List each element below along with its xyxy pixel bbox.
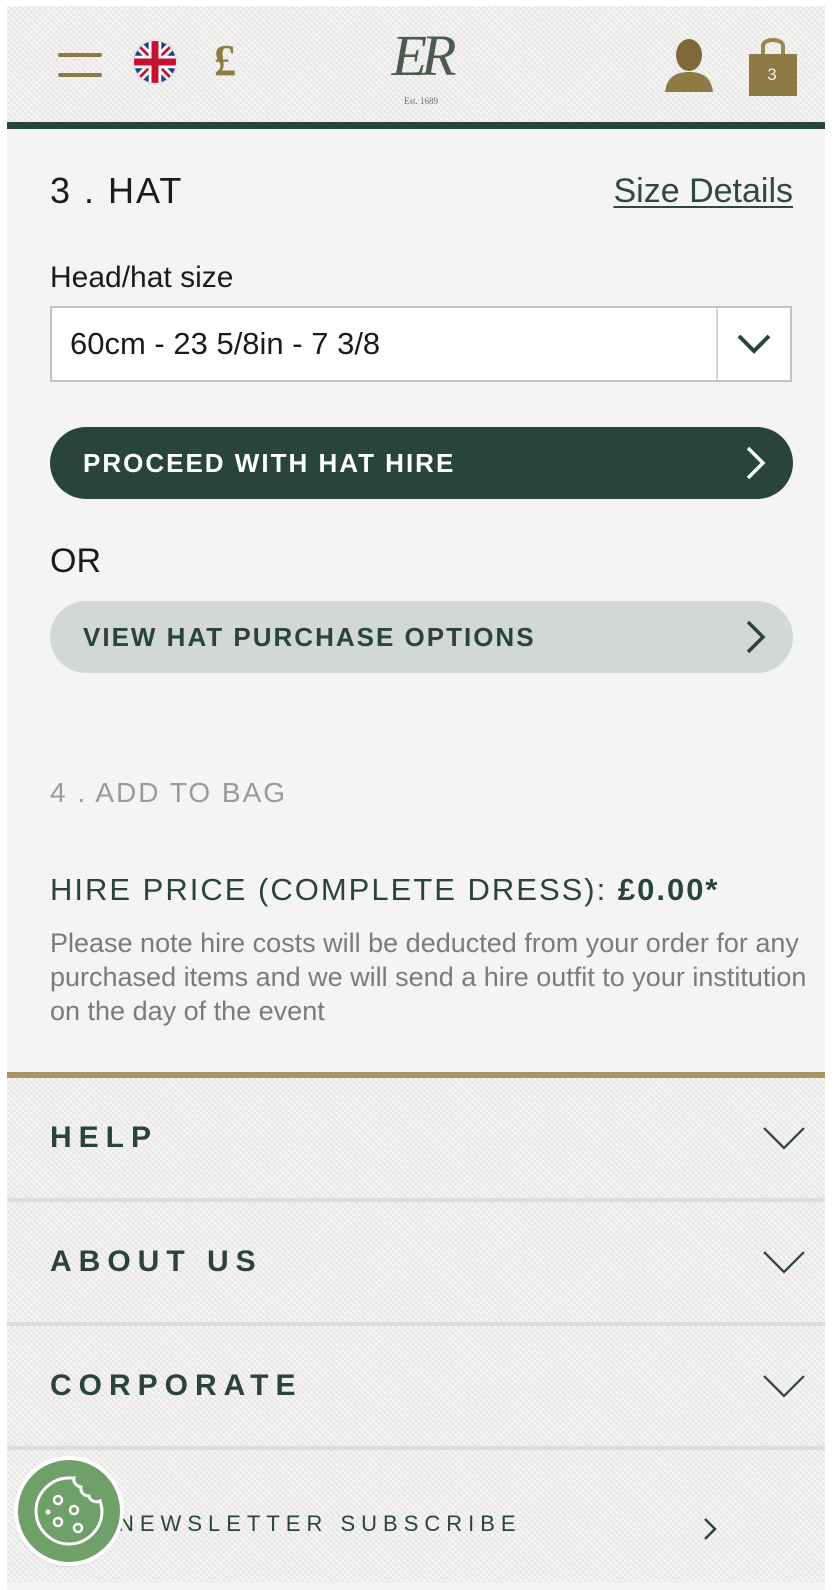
- hire-price-label: HIRE PRICE (COMPLETE DRESS):: [50, 872, 618, 907]
- chevron-right-icon: [704, 1518, 717, 1540]
- hire-cost-note: Please note hire costs will be deducted …: [50, 928, 807, 1026]
- proceed-hat-hire-label: PROCEED WITH HAT HIRE: [83, 448, 456, 478]
- view-hat-purchase-label: VIEW HAT PURCHASE OPTIONS: [83, 622, 536, 652]
- currency-pound-icon[interactable]: £: [214, 36, 236, 86]
- brand-logo[interactable]: ER Est. 1689: [373, 18, 469, 110]
- add-to-bag-section-title: 4 . ADD TO BAG: [50, 777, 288, 808]
- size-details-link[interactable]: Size Details: [613, 169, 793, 213]
- hamburger-menu-icon[interactable]: [58, 50, 104, 80]
- proceed-hat-hire-button[interactable]: PROCEED WITH HAT HIRE: [50, 427, 793, 499]
- footer-corporate-label: CORPORATE: [50, 1369, 303, 1402]
- head-size-value: 60cm - 23 5/8in - 7 3/8: [70, 326, 381, 361]
- head-size-label: Head/hat size: [50, 261, 234, 294]
- logo-established: Est. 1689: [403, 96, 438, 106]
- hire-price-value: £0.00*: [617, 872, 720, 907]
- logo-monogram: ER: [391, 23, 457, 88]
- or-divider-text: OR: [50, 542, 101, 580]
- chevron-right-icon: [746, 620, 766, 654]
- uk-flag-icon[interactable]: [134, 41, 176, 83]
- footer-help-label: HELP: [50, 1121, 159, 1154]
- hire-price-line: HIRE PRICE (COMPLETE DRESS): £0.00*: [50, 870, 720, 910]
- chevron-down-icon: [763, 1251, 805, 1274]
- footer-help-accordion[interactable]: HELP: [7, 1078, 825, 1198]
- footer-corporate-accordion[interactable]: CORPORATE: [7, 1326, 825, 1446]
- user-account-icon[interactable]: [661, 36, 717, 92]
- bag-count-badge: 3: [767, 65, 777, 84]
- newsletter-subscribe-row[interactable]: NEWSLETTER SUBSCRIBE: [7, 1450, 825, 1583]
- footer-about-accordion[interactable]: ABOUT US: [7, 1202, 825, 1322]
- chevron-right-icon: [746, 446, 766, 480]
- chevron-down-icon: [763, 1127, 805, 1150]
- view-hat-purchase-button[interactable]: VIEW HAT PURCHASE OPTIONS: [50, 601, 793, 673]
- chevron-down-icon: [763, 1375, 805, 1398]
- hat-section-title: 3 . HAT: [50, 170, 184, 211]
- header-divider: [7, 122, 825, 129]
- site-header: £ ER Est. 1689 3: [7, 6, 825, 122]
- cookie-settings-icon[interactable]: [18, 1460, 120, 1562]
- chevron-down-icon: [737, 334, 771, 354]
- newsletter-subscribe-label: NEWSLETTER SUBSCRIBE: [118, 1511, 522, 1536]
- select-divider: [716, 308, 718, 380]
- footer-about-label: ABOUT US: [50, 1245, 263, 1278]
- page: £ ER Est. 1689 3 3 . HAT Size Details He…: [7, 6, 825, 1590]
- head-size-select[interactable]: 60cm - 23 5/8in - 7 3/8: [50, 306, 792, 382]
- shopping-bag-icon[interactable]: 3: [748, 34, 798, 96]
